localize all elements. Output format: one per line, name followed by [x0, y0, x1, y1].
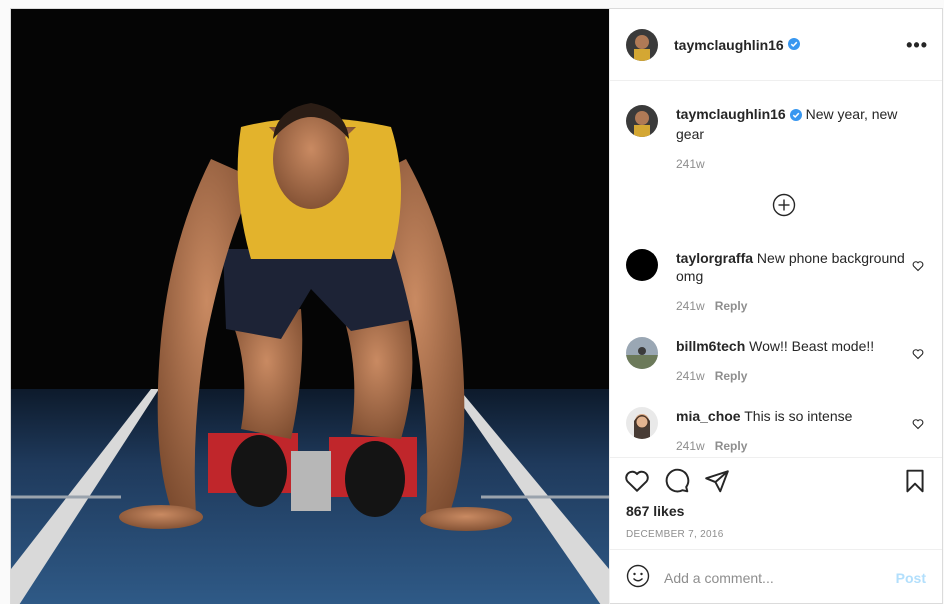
caption-time[interactable]: 241w: [676, 157, 705, 171]
verified-badge-icon: [789, 107, 802, 125]
comment-text-block: billm6tech Wow!! Beast mode!!: [676, 337, 906, 355]
post-photo[interactable]: [11, 9, 609, 604]
comment-like-heart-icon[interactable]: [912, 347, 924, 363]
add-comment-bar: Post: [610, 549, 942, 604]
author-avatar[interactable]: [626, 28, 658, 61]
comment-username[interactable]: billm6tech: [676, 338, 745, 354]
comment-item: mia_choe This is so intense 241w Reply: [626, 407, 926, 453]
comment-meta: 241w Reply: [676, 299, 906, 313]
share-icon[interactable]: [704, 468, 730, 497]
comment-avatar[interactable]: [626, 407, 658, 439]
post-date[interactable]: DECEMBER 7, 2016: [626, 529, 724, 540]
heart-icon[interactable]: [624, 468, 650, 497]
caption-item: taymclaughlin16 New year, new gear 241w: [626, 105, 926, 171]
sprinter-photo: [11, 9, 609, 604]
comment-meta: 241w Reply: [676, 369, 906, 383]
post-container: taymclaughlin16 ••• taymclaughlin16 New …: [10, 8, 943, 604]
comment-avatar[interactable]: [626, 337, 658, 369]
likes-count[interactable]: 867 likes: [626, 503, 684, 519]
author-username[interactable]: taymclaughlin16: [674, 37, 784, 53]
caption-text-block: taymclaughlin16 New year, new gear: [676, 105, 906, 143]
post-side-panel: taymclaughlin16 ••• taymclaughlin16 New …: [609, 9, 942, 604]
comment-icon[interactable]: [664, 468, 690, 497]
more-dots-icon[interactable]: •••: [906, 35, 928, 56]
comment-avatar[interactable]: [626, 249, 658, 281]
caption-avatar[interactable]: [626, 105, 658, 137]
comment-meta: 241w Reply: [676, 439, 906, 453]
verified-badge-icon: [787, 37, 800, 53]
reply-button[interactable]: Reply: [715, 299, 748, 313]
comment-item: taylorgraffa New phone background omg 24…: [626, 249, 926, 313]
comment-username[interactable]: taylorgraffa: [676, 250, 753, 266]
post-header: taymclaughlin16 •••: [610, 9, 942, 81]
comment-time[interactable]: 241w: [676, 369, 705, 383]
comment-like-heart-icon[interactable]: [912, 417, 924, 433]
comment-text: Wow!! Beast mode!!: [749, 338, 875, 354]
comment-text-block: mia_choe This is so intense: [676, 407, 906, 425]
plus-circle-icon[interactable]: [772, 193, 796, 217]
caption-meta: 241w: [676, 157, 906, 171]
comment-time[interactable]: 241w: [676, 439, 705, 453]
comment-like-heart-icon[interactable]: [912, 259, 924, 275]
bookmark-icon[interactable]: [902, 468, 928, 497]
post-comment-button[interactable]: Post: [896, 570, 926, 586]
comment-text-block: taylorgraffa New phone background omg: [676, 249, 906, 285]
comment-text: This is so intense: [744, 408, 853, 424]
add-comment-input[interactable]: [664, 569, 884, 586]
caption-username[interactable]: taymclaughlin16: [676, 106, 786, 122]
action-icons: [624, 468, 730, 497]
comment-item: billm6tech Wow!! Beast mode!! 241w Reply: [626, 337, 926, 383]
comment-time[interactable]: 241w: [676, 299, 705, 313]
reply-button[interactable]: Reply: [715, 369, 748, 383]
reply-button[interactable]: Reply: [715, 439, 748, 453]
emoji-icon[interactable]: [626, 564, 650, 591]
comment-username[interactable]: mia_choe: [676, 408, 741, 424]
comments-list[interactable]: taymclaughlin16 New year, new gear 241w: [610, 81, 942, 457]
